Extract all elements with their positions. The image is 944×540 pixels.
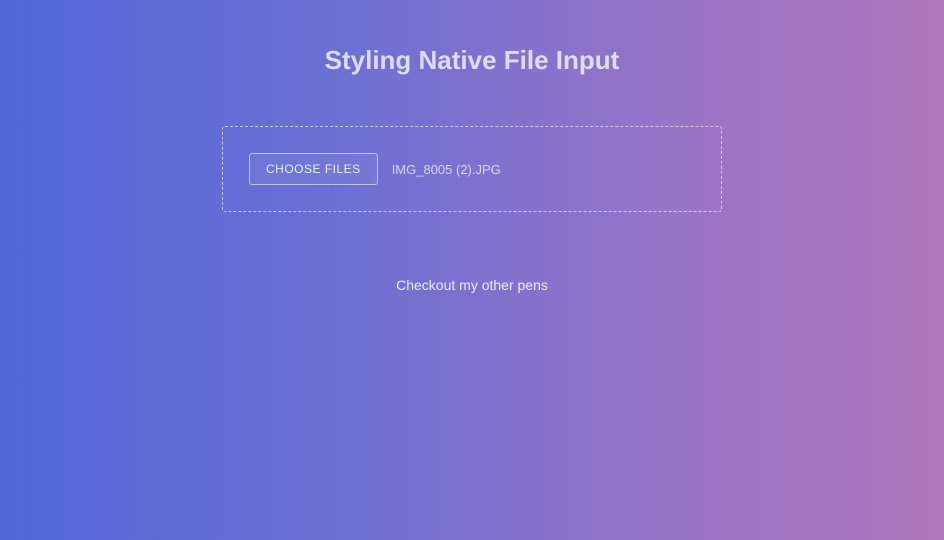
other-pens-link[interactable]: Checkout my other pens bbox=[396, 277, 548, 293]
choose-files-button[interactable]: CHOOSE FILES bbox=[249, 153, 378, 185]
file-drop-zone[interactable]: CHOOSE FILES IMG_8005 (2).JPG bbox=[222, 126, 722, 212]
page-title: Styling Native File Input bbox=[325, 45, 620, 76]
selected-file-name: IMG_8005 (2).JPG bbox=[392, 162, 501, 177]
